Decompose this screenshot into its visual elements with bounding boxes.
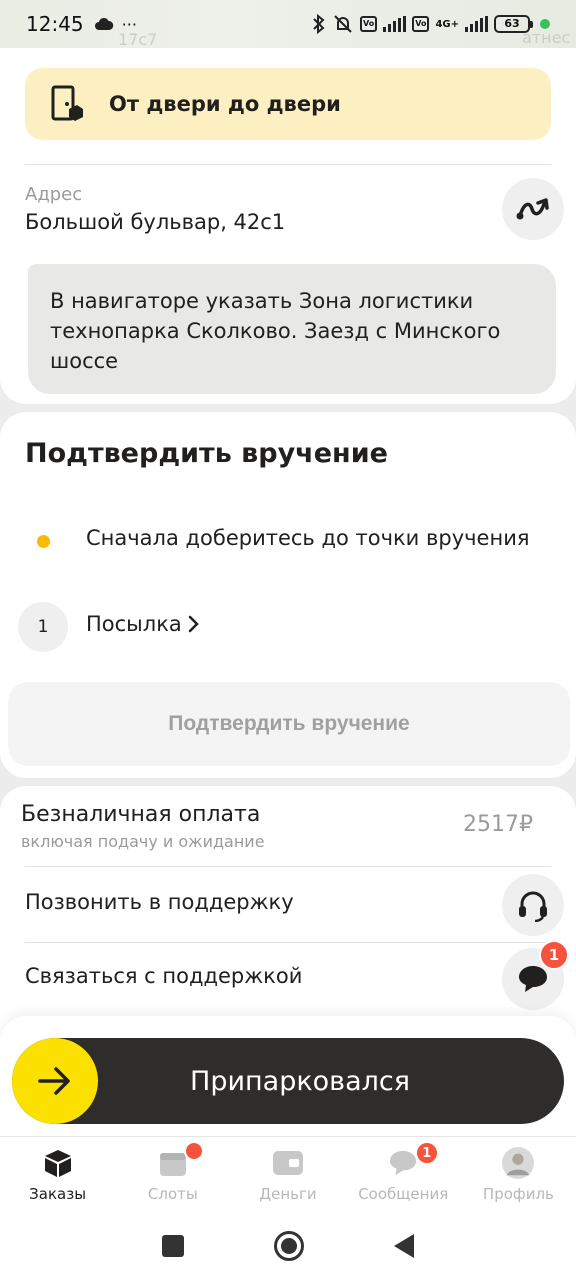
chevron-right-icon [188,615,199,633]
payment-subtitle: включая подачу и ожидание [21,832,265,851]
slots-notification-badge [184,1141,205,1161]
payment-amount: 2517₽ [463,812,533,837]
step-instruction: Сначала доберитесь до точки вручения [86,526,530,550]
tab-messages[interactable]: 1 Сообщения [346,1137,461,1212]
tab-profile[interactable]: Профиль [461,1137,576,1212]
volte-icon-2: Vo [412,16,430,32]
divider [25,164,551,165]
orders-icon [44,1150,71,1177]
status-overflow: ··· [121,14,137,34]
signal-icon [383,16,407,32]
arrow-right-icon [38,1067,70,1095]
system-navigation-bar [0,1212,576,1280]
tab-label: Профиль [482,1185,554,1203]
bottom-tab-bar: Заказы Слоты Деньги 1 Сообщения Профиль [0,1136,576,1212]
tab-label: Сообщения [358,1185,449,1203]
recents-button[interactable] [162,1235,184,1257]
calendar-icon [159,1153,186,1176]
signal-icon-2 [465,16,488,32]
parcel-label: Посылка [86,612,182,636]
tab-money[interactable]: Деньги [230,1137,345,1212]
delivery-type-label: От двери до двери [109,92,341,116]
divider [25,942,551,943]
headset-icon [519,891,547,922]
confirm-handover-card: Подтвердить вручение Сначала доберитесь … [0,412,576,778]
call-support-label[interactable]: Позвонить в поддержку [25,890,294,914]
address-value[interactable]: Большой бульвар, 42с1 [25,210,285,234]
bottom-action-panel: Припарковался [0,1016,576,1136]
bluetooth-icon [313,14,325,34]
chat-support-label[interactable]: Связаться с поддержкой [25,964,302,988]
parcel-count: 1 [18,602,68,652]
divider [25,866,551,867]
network-type: 4G+ [435,18,459,30]
status-time: 12:45 [26,12,84,36]
chat-bubble-icon [519,966,547,992]
tab-label: Деньги [259,1185,317,1203]
mute-icon [334,15,352,33]
route-button[interactable] [502,178,564,240]
volte-icon: Vo [359,16,378,32]
tab-orders[interactable]: Заказы [0,1137,115,1212]
tab-label: Слоты [147,1185,198,1203]
tab-slots[interactable]: Слоты [115,1137,230,1212]
parked-slider[interactable]: Припарковался [12,1038,564,1124]
slider-knob[interactable] [12,1038,98,1124]
chat-icon [390,1150,417,1176]
pending-step-indicator [37,535,50,548]
parcel-link[interactable]: Посылка [86,612,200,636]
delivery-type-banner: От двери до двери [25,68,551,140]
privacy-indicator [540,19,550,29]
route-icon [516,198,549,220]
payment-method: Безналичная оплата [21,802,261,827]
wallet-icon [273,1151,303,1175]
home-button[interactable] [274,1231,304,1261]
confirm-title: Подтвердить вручение [25,438,388,469]
back-button[interactable] [394,1234,414,1258]
chat-notification-badge: 1 [539,940,569,970]
order-details-card: От двери до двери Адрес Большой бульвар,… [0,48,576,404]
address-comment: В навигаторе указать Зона логистики техн… [28,264,556,394]
address-caption: Адрес [25,184,83,205]
door-to-door-icon [51,85,83,121]
tab-label: Заказы [29,1185,87,1203]
avatar-icon [502,1147,535,1179]
confirm-handover-button[interactable]: Подтвердить вручение [8,682,570,766]
call-support-button[interactable] [502,874,564,936]
messages-notification-badge: 1 [414,1141,439,1165]
status-bar: 12:45 ··· Vo Vo 4G+ 63 [0,0,576,48]
battery-indicator: 63 [494,15,533,33]
cloud-icon [94,17,113,30]
